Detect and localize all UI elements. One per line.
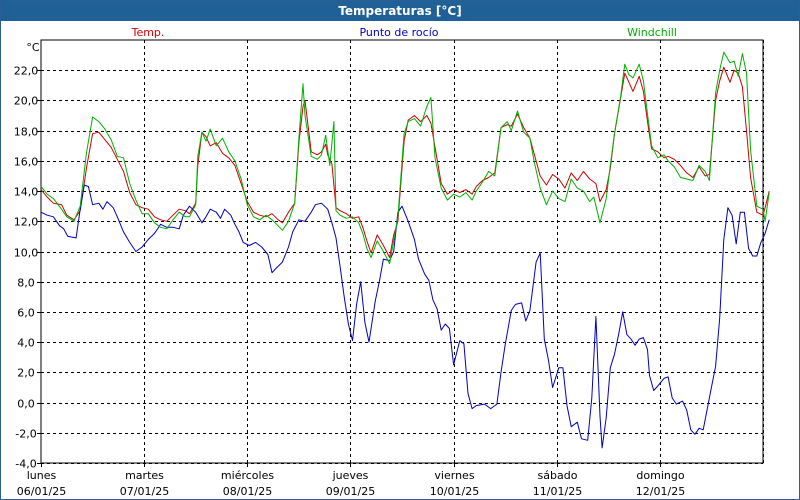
x-tick-day-label: domingo <box>636 469 684 482</box>
x-tick-date-label: 12/01/25 <box>636 485 685 498</box>
x-tick-day-label: martes <box>125 469 164 482</box>
y-tick-label: 10,0 <box>14 247 39 260</box>
y-tick-label: 22,0 <box>14 65 39 78</box>
y-tick-label: 4,0 <box>17 337 35 350</box>
x-tick-day-label: lunes <box>27 469 57 482</box>
plot-area <box>40 39 764 464</box>
legend-entry: Punto de rocío <box>359 26 438 39</box>
x-tick-date-label: 08/01/25 <box>223 485 272 498</box>
y-tick-label: 8,0 <box>17 277 35 290</box>
x-tick-day-label: jueves <box>332 469 369 482</box>
series-line-temp <box>40 66 770 258</box>
x-tick-day-label: miércoles <box>221 469 274 482</box>
x-tick-date-label: 10/01/25 <box>430 485 479 498</box>
y-tick-label: -2,0 <box>15 428 36 441</box>
y-tick-label: 6,0 <box>17 307 35 320</box>
x-tick-date-label: 11/01/25 <box>533 485 582 498</box>
y-tick-label: 16,0 <box>14 156 39 169</box>
y-tick-label: 18,0 <box>14 126 39 139</box>
x-tick-date-label: 06/01/25 <box>17 485 66 498</box>
y-tick-label: 12,0 <box>14 216 39 229</box>
series-line-punto-de-rocio <box>40 184 770 449</box>
y-tick-label: 20,0 <box>14 95 39 108</box>
x-tick-date-label: 07/01/25 <box>120 485 169 498</box>
series-line-windchill <box>40 51 770 265</box>
legend-entry: Windchill <box>627 26 677 39</box>
y-unit-label: °C <box>26 41 40 54</box>
legend-entry: Temp. <box>131 26 165 39</box>
y-tick-label: 0,0 <box>17 398 35 411</box>
x-tick-date-label: 09/01/25 <box>326 485 375 498</box>
chart-window: Temperaturas [°C] -4,0 -2,0 0,0 2,0 4,0 6,0 8,… <box>0 0 800 500</box>
y-tick-label: 2,0 <box>17 367 35 380</box>
x-tick-day-label: viernes <box>434 469 474 482</box>
y-tick-label: 14,0 <box>14 186 39 199</box>
temperature-chart: -4,0-2,00,02,04,06,08,010,012,014,016,01… <box>14 26 770 498</box>
x-tick-day-label: sábado <box>538 469 578 482</box>
